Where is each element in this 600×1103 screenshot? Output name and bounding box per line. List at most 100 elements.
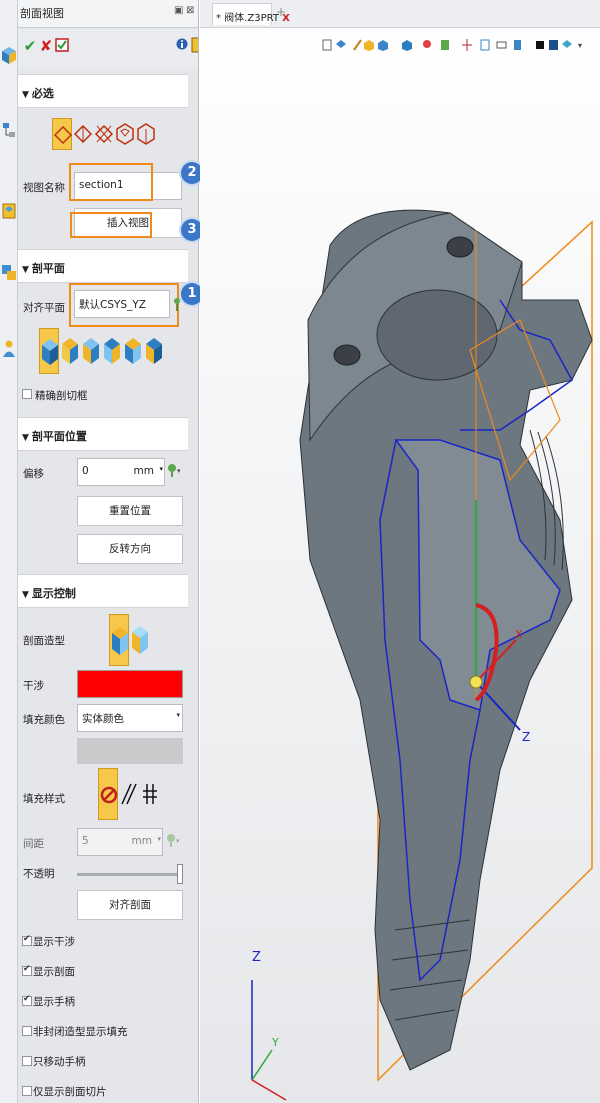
display-checkbox-label: 显示干涉 (33, 936, 75, 948)
fill-color-value: 实体颜色 (82, 713, 124, 725)
svg-text:▾: ▾ (177, 467, 181, 475)
section-type-two-plane-icon[interactable] (73, 118, 93, 150)
section-type-box-icon[interactable] (115, 118, 135, 150)
section-title: 剖平面位置 (31, 430, 87, 443)
handle-x-label: X (515, 628, 523, 641)
dropdown-arrow-icon[interactable]: ▾ (176, 711, 180, 719)
close-icon[interactable]: ⊠ (186, 5, 194, 16)
panel-title: 剖面视图 (20, 7, 64, 20)
spacing-pick-icon[interactable]: ▾ (165, 832, 181, 848)
align-plane-label: 对齐平面 (23, 302, 65, 314)
offset-input[interactable]: 0 mm ▾ (77, 458, 165, 486)
pick-plane-icon[interactable] (172, 296, 182, 312)
section-type-cross-icon[interactable] (94, 118, 114, 150)
section-header-display[interactable]: ▼ 显示控制 (18, 574, 188, 608)
bolt-hole-2 (333, 344, 361, 366)
offset-unit: mm (133, 465, 154, 477)
section-type-cylinder-icon[interactable] (136, 118, 156, 150)
plane-orient-3-icon[interactable] (81, 328, 101, 374)
assembly-icon[interactable] (1, 262, 17, 284)
plane-orient-2-icon[interactable] (60, 328, 80, 374)
display-checkbox[interactable] (22, 964, 32, 976)
help-icon[interactable] (188, 37, 198, 55)
opacity-slider-track[interactable] (77, 864, 183, 884)
pin-icon[interactable]: ▣ (174, 5, 183, 16)
section-shape-solid-icon[interactable] (109, 614, 129, 666)
world-x-axis (251, 1079, 287, 1101)
offset-label: 偏移 (23, 468, 44, 480)
display-checkbox-label: 显示手柄 (33, 996, 75, 1008)
display-checkbox-label: 显示剖面 (33, 966, 75, 978)
reverse-direction-button[interactable]: 反转方向 (77, 534, 183, 564)
section-header-cut-position[interactable]: ▼ 剖平面位置 (18, 417, 188, 451)
handle-z-label: Z (522, 730, 531, 744)
display-checkbox[interactable] (22, 1086, 32, 1096)
person-icon[interactable] (1, 338, 17, 360)
cube-icon[interactable] (1, 44, 17, 66)
part-section-graphic[interactable] (200, 0, 600, 1103)
section-header-required[interactable]: ▼ 必选 (18, 74, 188, 108)
section-shape-label: 剖面造型 (23, 635, 65, 647)
unit-dropdown-icon[interactable]: ▾ (159, 465, 163, 473)
display-checkbox-label: 仅显示剖面切片 (33, 1086, 107, 1098)
display-checkbox[interactable] (22, 934, 32, 946)
fill-color-select[interactable]: 实体颜色 ▾ (77, 704, 183, 732)
world-y-label: Y (272, 1036, 279, 1049)
display-checkbox[interactable] (22, 994, 32, 1006)
opacity-slider-thumb[interactable] (177, 864, 183, 884)
section-title: 显示控制 (31, 587, 76, 600)
part-icon[interactable] (1, 200, 17, 222)
section-header-cut-plane[interactable]: ▼ 剖平面 (18, 249, 188, 283)
highlight-insert-view (70, 212, 152, 238)
tree-icon[interactable] (1, 120, 17, 142)
plane-orient-5-icon[interactable] (123, 328, 143, 374)
fill-style-none-icon[interactable] (98, 768, 118, 820)
precise-cut-checkbox[interactable] (22, 389, 32, 399)
left-icon-strip (0, 0, 18, 1103)
panel-toolbar: ✔ ✘ (18, 29, 198, 69)
fill-style-cross-hatch-icon[interactable] (140, 768, 160, 820)
panel-title-bar: 剖面视图 ▣ ⊠ (18, 0, 198, 28)
handle-origin (469, 675, 483, 689)
ok-check-icon[interactable]: ✔ (22, 37, 38, 55)
view-name-label: 视图名称 (23, 182, 65, 194)
world-z-label: Z (252, 950, 261, 965)
section-view-panel: 剖面视图 ▣ ⊠ ✔ ✘ ▼ 必选 视图名称 section1 插入视图 ▼ 剖平面 (18, 0, 199, 1103)
bolt-hole-1 (446, 236, 474, 258)
highlight-view-name (69, 163, 153, 201)
spacing-label: 间距 (23, 838, 44, 850)
fill-style-hatch-icon[interactable] (119, 768, 139, 820)
spacing-unit: mm (131, 835, 152, 847)
opacity-label: 不透明 (23, 868, 55, 880)
section-type-plane-icon[interactable] (52, 118, 73, 150)
offset-value: 0 (82, 465, 89, 477)
spacing-input[interactable]: 5 mm ▾ (77, 828, 163, 856)
model-viewport[interactable]: * 阀体.Z3PRT X + ▾ Z Y Z X (200, 0, 600, 1103)
section-title: 剖平面 (31, 262, 65, 275)
reset-position-button[interactable]: 重置位置 (77, 496, 183, 526)
interference-label: 干涉 (23, 680, 44, 692)
spacing-value: 5 (82, 835, 89, 847)
plane-orient-6-icon[interactable] (144, 328, 164, 374)
interference-color-swatch[interactable] (77, 670, 183, 698)
svg-text:▾: ▾ (176, 837, 180, 845)
plane-orient-1-icon[interactable] (39, 328, 59, 374)
section-shape-transparent-icon[interactable] (130, 614, 150, 666)
display-checkbox[interactable] (22, 1056, 32, 1066)
apply-icon[interactable] (54, 37, 70, 55)
fill-color-label: 填充颜色 (23, 714, 65, 726)
highlight-align-plane (69, 283, 179, 327)
display-checkbox[interactable] (22, 1026, 32, 1036)
cancel-x-icon[interactable]: ✘ (38, 37, 54, 55)
part-bore (376, 289, 498, 381)
display-checkbox-label: 非封闭造型显示填充 (33, 1026, 128, 1038)
display-checkbox-label: 只移动手柄 (33, 1056, 86, 1068)
world-y-axis (251, 1049, 273, 1081)
precise-cut-label: 精确剖切框 (35, 390, 88, 402)
fill-style-label: 填充样式 (23, 793, 65, 805)
plane-orient-4-icon[interactable] (102, 328, 122, 374)
unit-dropdown-icon[interactable]: ▾ (157, 835, 161, 843)
offset-pick-icon[interactable]: ▾ (166, 462, 182, 478)
fill-color-preview (77, 738, 183, 764)
align-section-button[interactable]: 对齐剖面 (77, 890, 183, 920)
